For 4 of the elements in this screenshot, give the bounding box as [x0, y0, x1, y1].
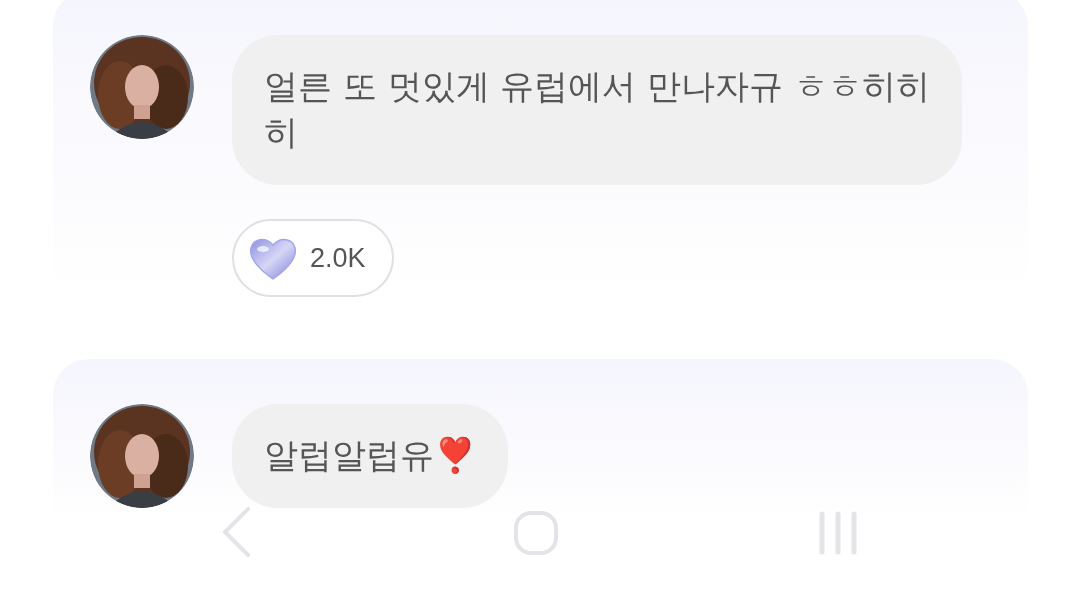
message-bubble: 얼른 또 멋있게 유럽에서 만나자규 ㅎㅎ히히 히: [232, 35, 963, 185]
home-icon[interactable]: [511, 508, 561, 558]
reaction-button[interactable]: 2.0K: [232, 219, 394, 297]
message-bubble: 알럽알럽유❣: [232, 404, 508, 508]
